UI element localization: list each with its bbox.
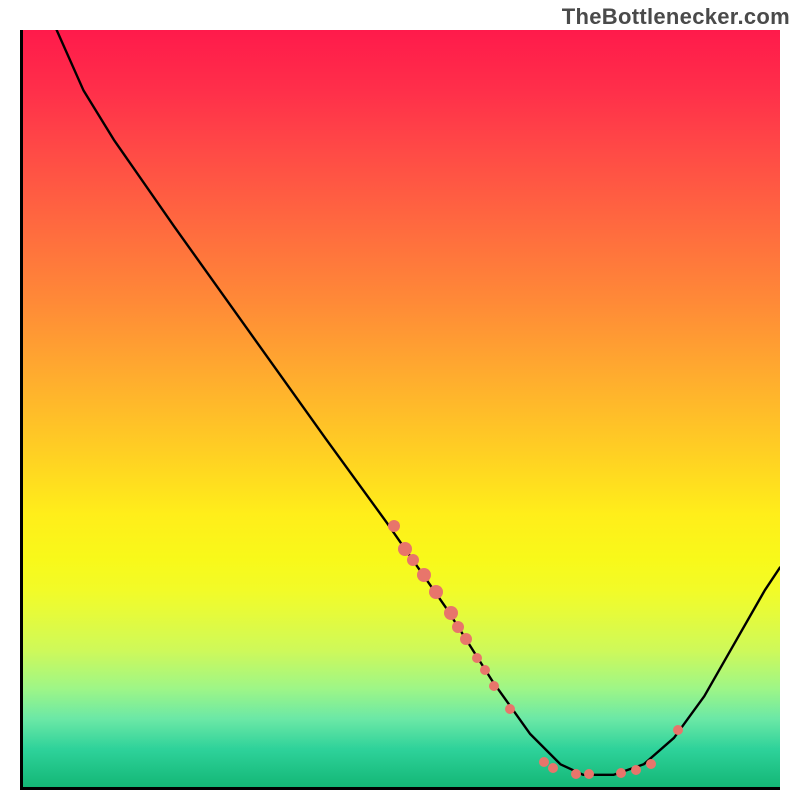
data-marker: [388, 520, 400, 532]
data-marker: [505, 704, 515, 714]
data-marker: [452, 621, 464, 633]
plot-area: [20, 30, 780, 790]
data-marker: [673, 725, 683, 735]
data-marker: [429, 585, 443, 599]
data-marker: [480, 665, 490, 675]
data-marker: [571, 769, 581, 779]
data-marker: [472, 653, 482, 663]
data-marker: [407, 554, 419, 566]
data-marker: [489, 681, 499, 691]
data-marker: [616, 768, 626, 778]
data-marker: [460, 633, 472, 645]
chart-root: TheBottlenecker.com: [0, 0, 800, 800]
data-marker: [584, 769, 594, 779]
data-marker: [417, 568, 431, 582]
value-curve: [53, 30, 780, 775]
data-marker: [444, 606, 458, 620]
data-marker: [646, 759, 656, 769]
data-marker: [631, 765, 641, 775]
attribution-label: TheBottlenecker.com: [562, 4, 790, 30]
curve-layer: [23, 30, 780, 787]
data-marker: [548, 763, 558, 773]
